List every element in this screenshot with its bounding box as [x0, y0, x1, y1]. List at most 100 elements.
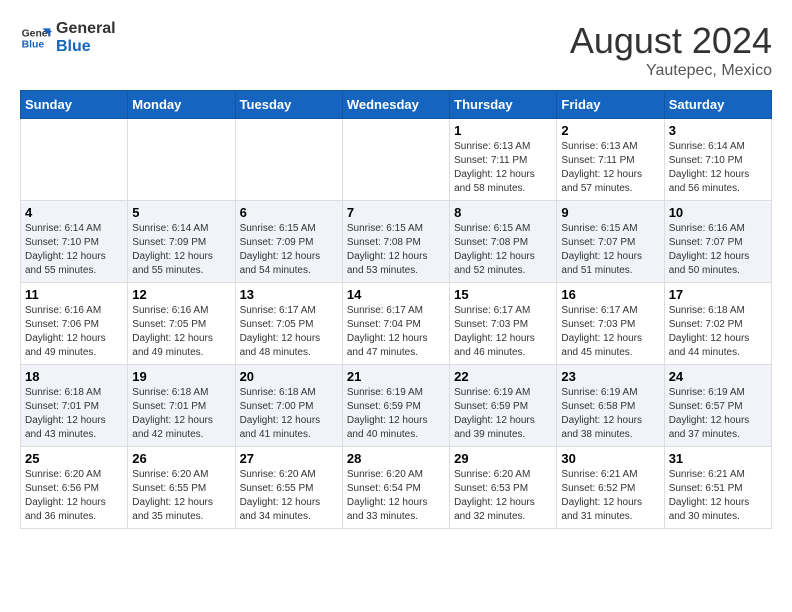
- day-info: Sunrise: 6:17 AMSunset: 7:03 PMDaylight:…: [561, 304, 659, 360]
- calendar-cell: 16 Sunrise: 6:17 AMSunset: 7:03 PMDayligh…: [557, 283, 664, 365]
- day-info: Sunrise: 6:14 AMSunset: 7:10 PMDaylight:…: [669, 140, 767, 196]
- calendar-table: SundayMondayTuesdayWednesdayThursdayFrid…: [20, 90, 772, 529]
- calendar-cell: 9 Sunrise: 6:15 AMSunset: 7:07 PMDaylight…: [557, 201, 664, 283]
- day-info: Sunrise: 6:19 AMSunset: 6:59 PMDaylight:…: [454, 386, 552, 442]
- calendar-cell: 13 Sunrise: 6:17 AMSunset: 7:05 PMDayligh…: [235, 283, 342, 365]
- calendar-cell: 22 Sunrise: 6:19 AMSunset: 6:59 PMDayligh…: [450, 365, 557, 447]
- day-number: 23: [561, 369, 659, 384]
- day-number: 20: [240, 369, 338, 384]
- day-number: 22: [454, 369, 552, 384]
- day-info: Sunrise: 6:13 AMSunset: 7:11 PMDaylight:…: [454, 140, 552, 196]
- day-number: 12: [132, 287, 230, 302]
- day-number: 19: [132, 369, 230, 384]
- header-cell-tuesday: Tuesday: [235, 91, 342, 119]
- day-info: Sunrise: 6:15 AMSunset: 7:07 PMDaylight:…: [561, 222, 659, 278]
- calendar-cell: [128, 119, 235, 201]
- calendar-header: SundayMondayTuesdayWednesdayThursdayFrid…: [21, 91, 772, 119]
- day-number: 3: [669, 123, 767, 138]
- day-number: 13: [240, 287, 338, 302]
- calendar-cell: 15 Sunrise: 6:17 AMSunset: 7:03 PMDayligh…: [450, 283, 557, 365]
- logo: General Blue General Blue: [20, 20, 116, 55]
- day-info: Sunrise: 6:18 AMSunset: 7:01 PMDaylight:…: [25, 386, 123, 442]
- day-number: 17: [669, 287, 767, 302]
- calendar-cell: [235, 119, 342, 201]
- week-row: 1 Sunrise: 6:13 AMSunset: 7:11 PMDaylight…: [21, 119, 772, 201]
- calendar-cell: 18 Sunrise: 6:18 AMSunset: 7:01 PMDayligh…: [21, 365, 128, 447]
- day-number: 1: [454, 123, 552, 138]
- calendar-cell: 30Sunrise: 6:21 AMSunset: 6:52 PMDayligh…: [557, 447, 664, 529]
- day-number: 7: [347, 205, 445, 220]
- day-info: Sunrise: 6:17 AMSunset: 7:03 PMDaylight:…: [454, 304, 552, 360]
- calendar-cell: 23 Sunrise: 6:19 AMSunset: 6:58 PMDayligh…: [557, 365, 664, 447]
- week-row: 11 Sunrise: 6:16 AMSunset: 7:06 PMDayligh…: [21, 283, 772, 365]
- day-info: Sunrise: 6:20 AMSunset: 6:56 PMDaylight:…: [25, 468, 123, 524]
- calendar-cell: 3 Sunrise: 6:14 AMSunset: 7:10 PMDaylight…: [664, 119, 771, 201]
- day-number: 18: [25, 369, 123, 384]
- calendar-cell: 31 Sunrise: 6:21 AMSunset: 6:51 PMDayligh…: [664, 447, 771, 529]
- calendar-cell: 24Sunrise: 6:19 AMSunset: 6:57 PMDayligh…: [664, 365, 771, 447]
- logo-blue: Blue: [56, 38, 116, 56]
- day-info: Sunrise: 6:18 AMSunset: 7:01 PMDaylight:…: [132, 386, 230, 442]
- day-info: Sunrise: 6:18 AMSunset: 7:02 PMDaylight:…: [669, 304, 767, 360]
- day-info: Sunrise: 6:13 AMSunset: 7:11 PMDaylight:…: [561, 140, 659, 196]
- calendar-cell: 20 Sunrise: 6:18 AMSunset: 7:00 PMDayligh…: [235, 365, 342, 447]
- logo-general: General: [56, 20, 116, 38]
- day-info: Sunrise: 6:21 AMSunset: 6:51 PMDaylight:…: [669, 468, 767, 524]
- calendar-cell: 1 Sunrise: 6:13 AMSunset: 7:11 PMDaylight…: [450, 119, 557, 201]
- day-number: 6: [240, 205, 338, 220]
- calendar-cell: 14Sunrise: 6:17 AMSunset: 7:04 PMDayligh…: [342, 283, 449, 365]
- calendar-cell: 27 Sunrise: 6:20 AMSunset: 6:55 PMDayligh…: [235, 447, 342, 529]
- calendar-cell: 10 Sunrise: 6:16 AMSunset: 7:07 PMDayligh…: [664, 201, 771, 283]
- day-info: Sunrise: 6:15 AMSunset: 7:08 PMDaylight:…: [347, 222, 445, 278]
- day-number: 10: [669, 205, 767, 220]
- calendar-cell: 17 Sunrise: 6:18 AMSunset: 7:02 PMDayligh…: [664, 283, 771, 365]
- day-info: Sunrise: 6:20 AMSunset: 6:53 PMDaylight:…: [454, 468, 552, 524]
- day-number: 5: [132, 205, 230, 220]
- day-info: Sunrise: 6:17 AMSunset: 7:04 PMDaylight:…: [347, 304, 445, 360]
- day-number: 26: [132, 451, 230, 466]
- calendar-cell: 12Sunrise: 6:16 AMSunset: 7:05 PMDayligh…: [128, 283, 235, 365]
- calendar-cell: 26 Sunrise: 6:20 AMSunset: 6:55 PMDayligh…: [128, 447, 235, 529]
- day-number: 28: [347, 451, 445, 466]
- logo-icon: General Blue: [20, 22, 52, 54]
- day-info: Sunrise: 6:16 AMSunset: 7:06 PMDaylight:…: [25, 304, 123, 360]
- calendar-cell: 11 Sunrise: 6:16 AMSunset: 7:06 PMDayligh…: [21, 283, 128, 365]
- day-info: Sunrise: 6:19 AMSunset: 6:58 PMDaylight:…: [561, 386, 659, 442]
- day-number: 16: [561, 287, 659, 302]
- header-cell-monday: Monday: [128, 91, 235, 119]
- day-info: Sunrise: 6:20 AMSunset: 6:55 PMDaylight:…: [240, 468, 338, 524]
- day-info: Sunrise: 6:17 AMSunset: 7:05 PMDaylight:…: [240, 304, 338, 360]
- calendar-cell: 28Sunrise: 6:20 AMSunset: 6:54 PMDayligh…: [342, 447, 449, 529]
- day-info: Sunrise: 6:21 AMSunset: 6:52 PMDaylight:…: [561, 468, 659, 524]
- day-info: Sunrise: 6:15 AMSunset: 7:08 PMDaylight:…: [454, 222, 552, 278]
- day-info: Sunrise: 6:19 AMSunset: 6:57 PMDaylight:…: [669, 386, 767, 442]
- day-number: 11: [25, 287, 123, 302]
- day-number: 4: [25, 205, 123, 220]
- calendar-body: 1 Sunrise: 6:13 AMSunset: 7:11 PMDaylight…: [21, 119, 772, 529]
- calendar-cell: 19 Sunrise: 6:18 AMSunset: 7:01 PMDayligh…: [128, 365, 235, 447]
- day-info: Sunrise: 6:19 AMSunset: 6:59 PMDaylight:…: [347, 386, 445, 442]
- day-number: 8: [454, 205, 552, 220]
- header-row: SundayMondayTuesdayWednesdayThursdayFrid…: [21, 91, 772, 119]
- calendar-cell: 6Sunrise: 6:15 AMSunset: 7:09 PMDaylight…: [235, 201, 342, 283]
- day-number: 9: [561, 205, 659, 220]
- day-info: Sunrise: 6:20 AMSunset: 6:55 PMDaylight:…: [132, 468, 230, 524]
- day-number: 15: [454, 287, 552, 302]
- calendar-cell: [342, 119, 449, 201]
- calendar-cell: 21Sunrise: 6:19 AMSunset: 6:59 PMDayligh…: [342, 365, 449, 447]
- day-info: Sunrise: 6:14 AMSunset: 7:09 PMDaylight:…: [132, 222, 230, 278]
- day-info: Sunrise: 6:16 AMSunset: 7:07 PMDaylight:…: [669, 222, 767, 278]
- header-cell-thursday: Thursday: [450, 91, 557, 119]
- header-cell-sunday: Sunday: [21, 91, 128, 119]
- calendar-cell: 29Sunrise: 6:20 AMSunset: 6:53 PMDayligh…: [450, 447, 557, 529]
- calendar-cell: 8 Sunrise: 6:15 AMSunset: 7:08 PMDaylight…: [450, 201, 557, 283]
- day-number: 25: [25, 451, 123, 466]
- week-row: 18 Sunrise: 6:18 AMSunset: 7:01 PMDayligh…: [21, 365, 772, 447]
- day-number: 31: [669, 451, 767, 466]
- svg-text:Blue: Blue: [22, 39, 45, 50]
- day-number: 27: [240, 451, 338, 466]
- day-info: Sunrise: 6:18 AMSunset: 7:00 PMDaylight:…: [240, 386, 338, 442]
- calendar-cell: 7 Sunrise: 6:15 AMSunset: 7:08 PMDaylight…: [342, 201, 449, 283]
- page-header: General Blue General Blue August 2024 Ya…: [20, 20, 772, 80]
- header-cell-wednesday: Wednesday: [342, 91, 449, 119]
